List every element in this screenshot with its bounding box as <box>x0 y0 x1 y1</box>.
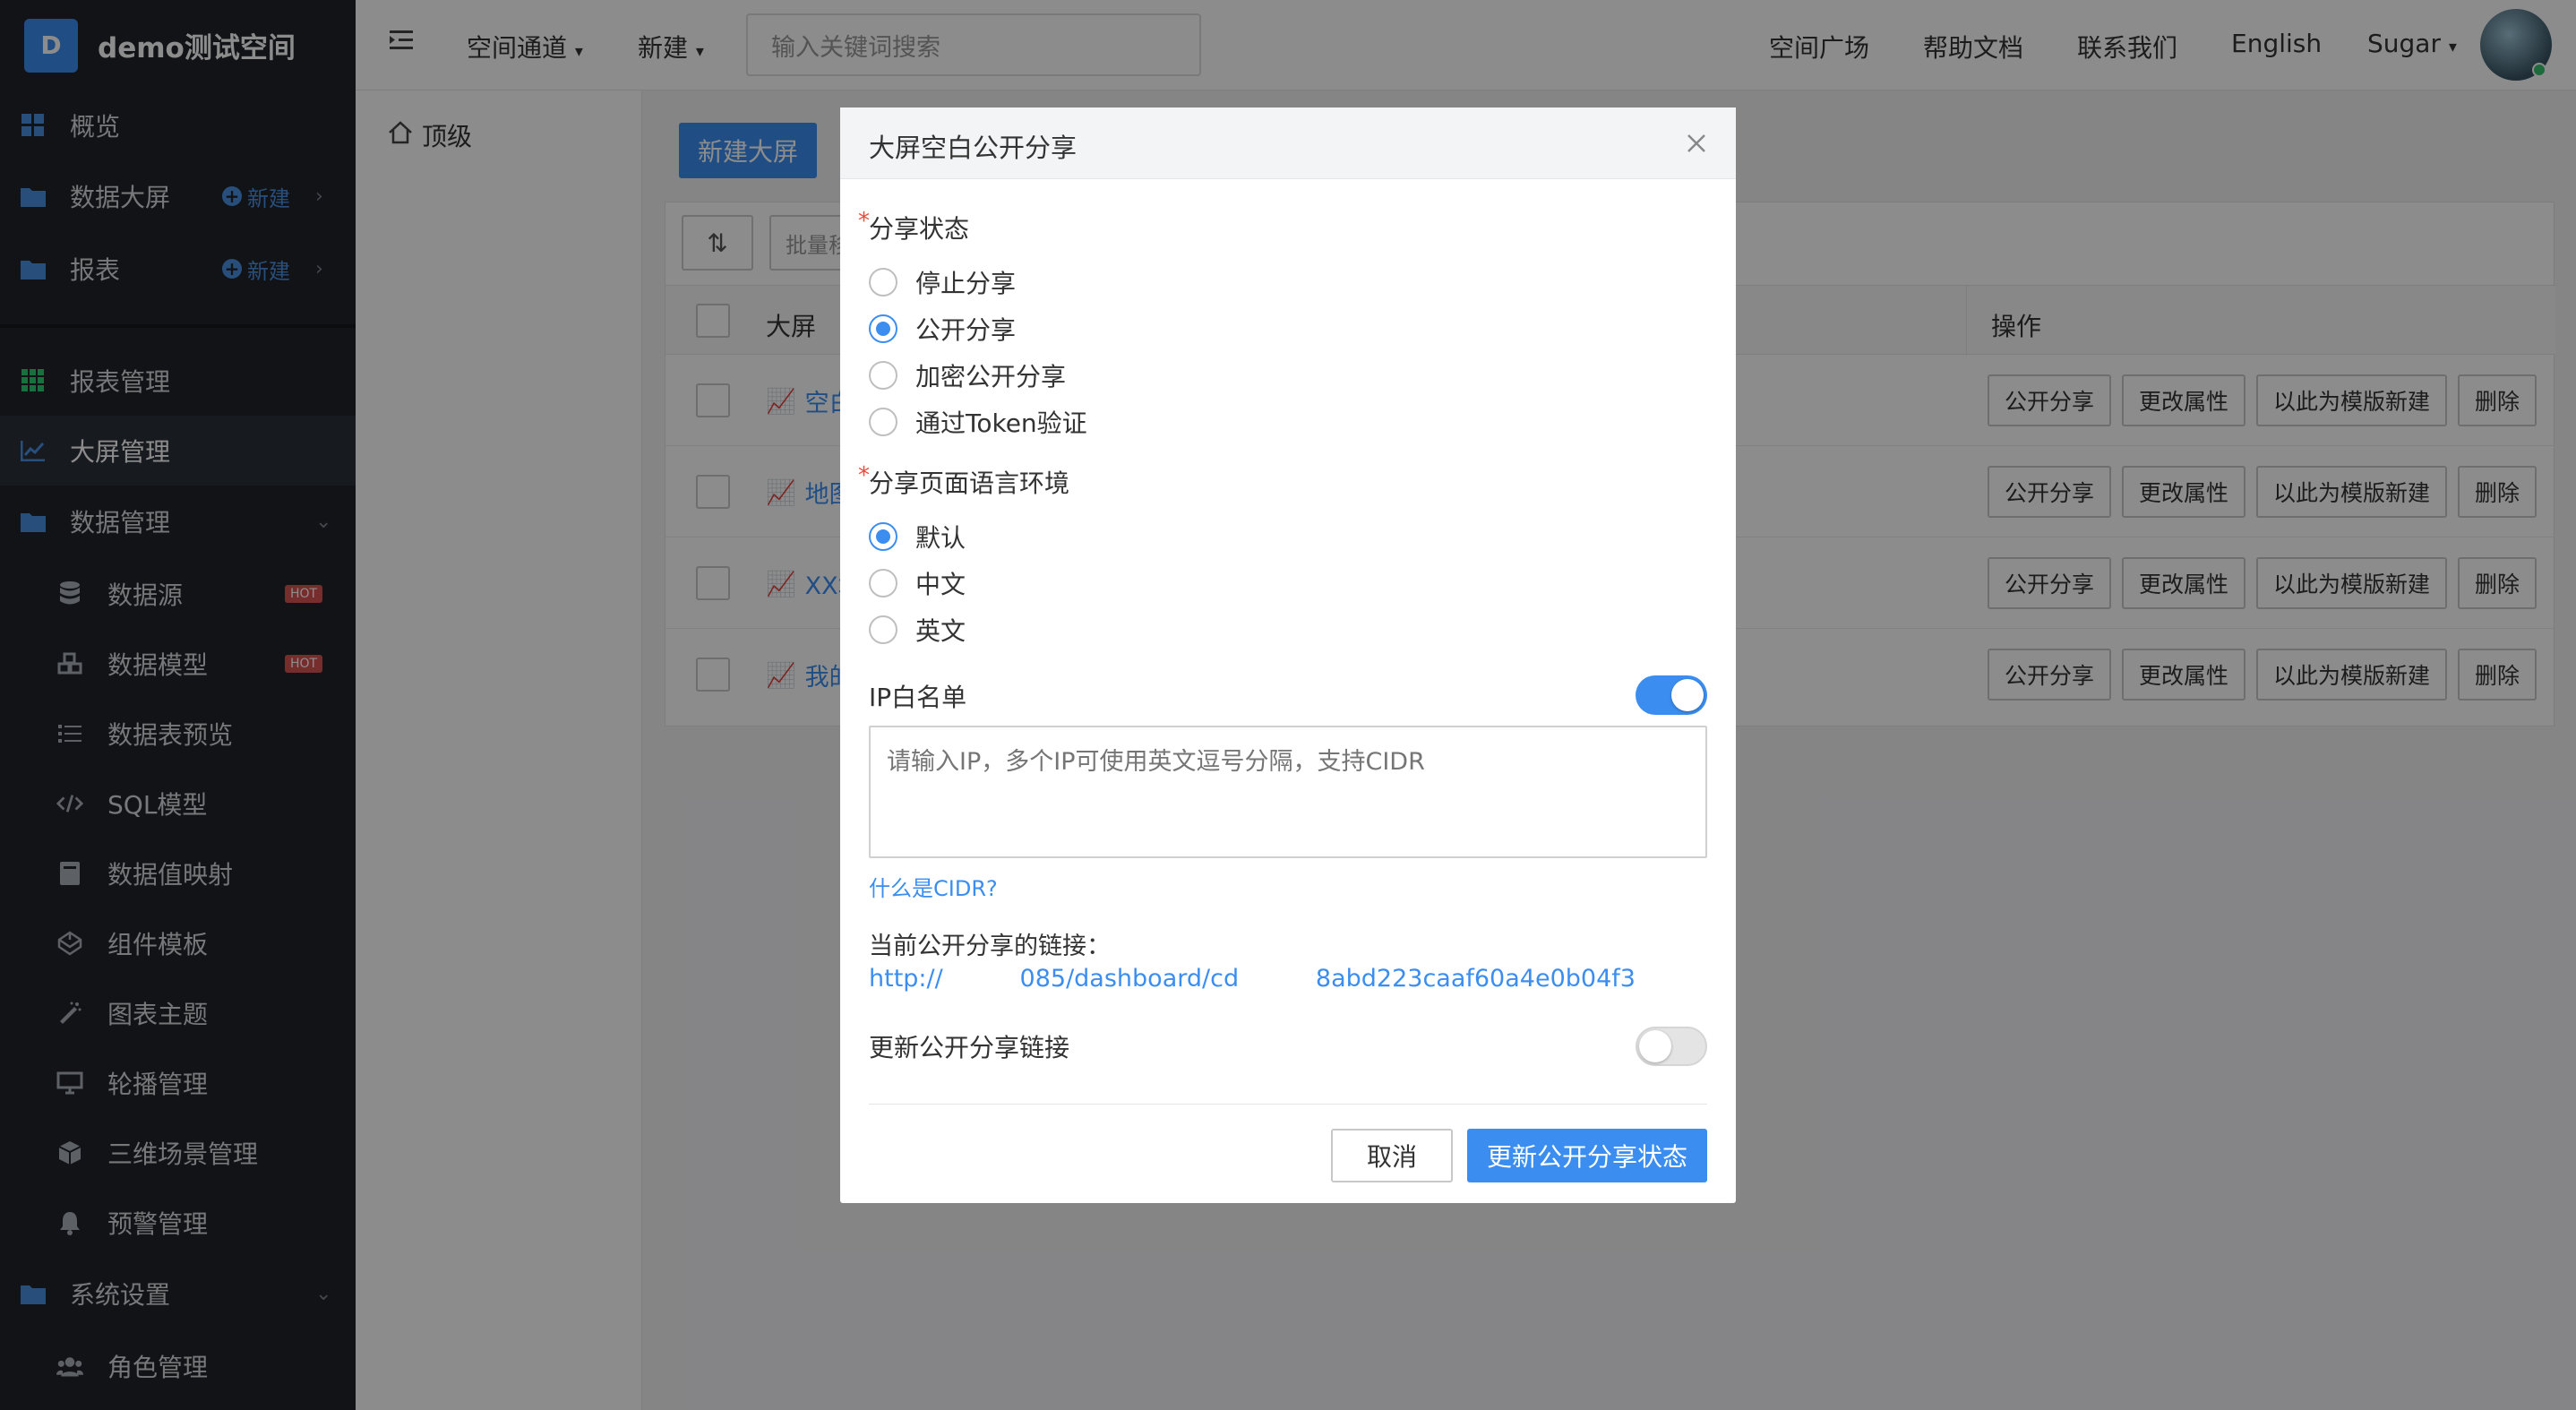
current-share-link[interactable]: http:// 085/dashboard/cd 8abd223caaf60a4… <box>869 965 1636 993</box>
update-link-label: 更新公开分享链接 <box>869 1033 1070 1062</box>
required-mark: * <box>858 462 870 489</box>
share-status-text: 分享状态 <box>869 214 970 244</box>
radio-label: 加密公开分享 <box>915 362 1067 391</box>
radio-label: 默认 <box>915 523 966 553</box>
close-icon[interactable] <box>1679 125 1714 161</box>
ip-whitelist-label: IP白名单 <box>869 683 967 712</box>
radio-circle <box>869 408 897 436</box>
toggle-knob <box>1639 1030 1671 1062</box>
radio-circle <box>869 361 897 390</box>
share-status-label: * 分享状态 <box>858 208 970 245</box>
radio-token-auth[interactable]: 通过Token验证 <box>869 404 1087 440</box>
radio-label: 中文 <box>915 570 966 599</box>
share-lang-text: 分享页面语言环境 <box>869 469 1070 498</box>
radio-circle <box>869 268 897 297</box>
radio-public-share[interactable]: 公开分享 <box>869 311 1016 347</box>
cidr-help-link[interactable]: 什么是CIDR? <box>869 871 998 902</box>
radio-label: 英文 <box>915 616 966 646</box>
required-mark: * <box>858 208 870 235</box>
share-lang-label: * 分享页面语言环境 <box>858 462 1070 500</box>
dialog-header: 大屏空白公开分享 <box>840 107 1736 179</box>
radio-encrypted-share[interactable]: 加密公开分享 <box>869 357 1066 393</box>
radio-lang-default[interactable]: 默认 <box>869 519 966 555</box>
dialog-footer-divider <box>869 1104 1707 1105</box>
ip-whitelist-toggle[interactable] <box>1636 675 1707 715</box>
radio-circle <box>869 615 897 644</box>
radio-lang-english[interactable]: 英文 <box>869 612 966 648</box>
toggle-knob <box>1671 679 1704 711</box>
radio-lang-chinese[interactable]: 中文 <box>869 565 966 601</box>
radio-circle <box>869 569 897 598</box>
radio-circle-checked <box>869 522 897 551</box>
current-link-label: 当前公开分享的链接： <box>869 933 1111 960</box>
radio-label: 公开分享 <box>915 315 1017 345</box>
radio-label: 通过Token验证 <box>915 408 1087 438</box>
public-share-dialog: 大屏空白公开分享 * 分享状态 停止分享 公开分享 加密公开分享 通过Token验… <box>840 107 1736 1203</box>
ip-whitelist-input[interactable] <box>869 726 1707 858</box>
dialog-title: 大屏空白公开分享 <box>869 133 1078 163</box>
radio-circle-checked <box>869 314 897 343</box>
update-share-status-button[interactable]: 更新公开分享状态 <box>1467 1129 1707 1182</box>
update-link-toggle[interactable] <box>1636 1027 1707 1066</box>
cancel-button[interactable]: 取消 <box>1331 1129 1453 1182</box>
radio-stop-share[interactable]: 停止分享 <box>869 264 1016 300</box>
radio-label: 停止分享 <box>915 269 1017 298</box>
